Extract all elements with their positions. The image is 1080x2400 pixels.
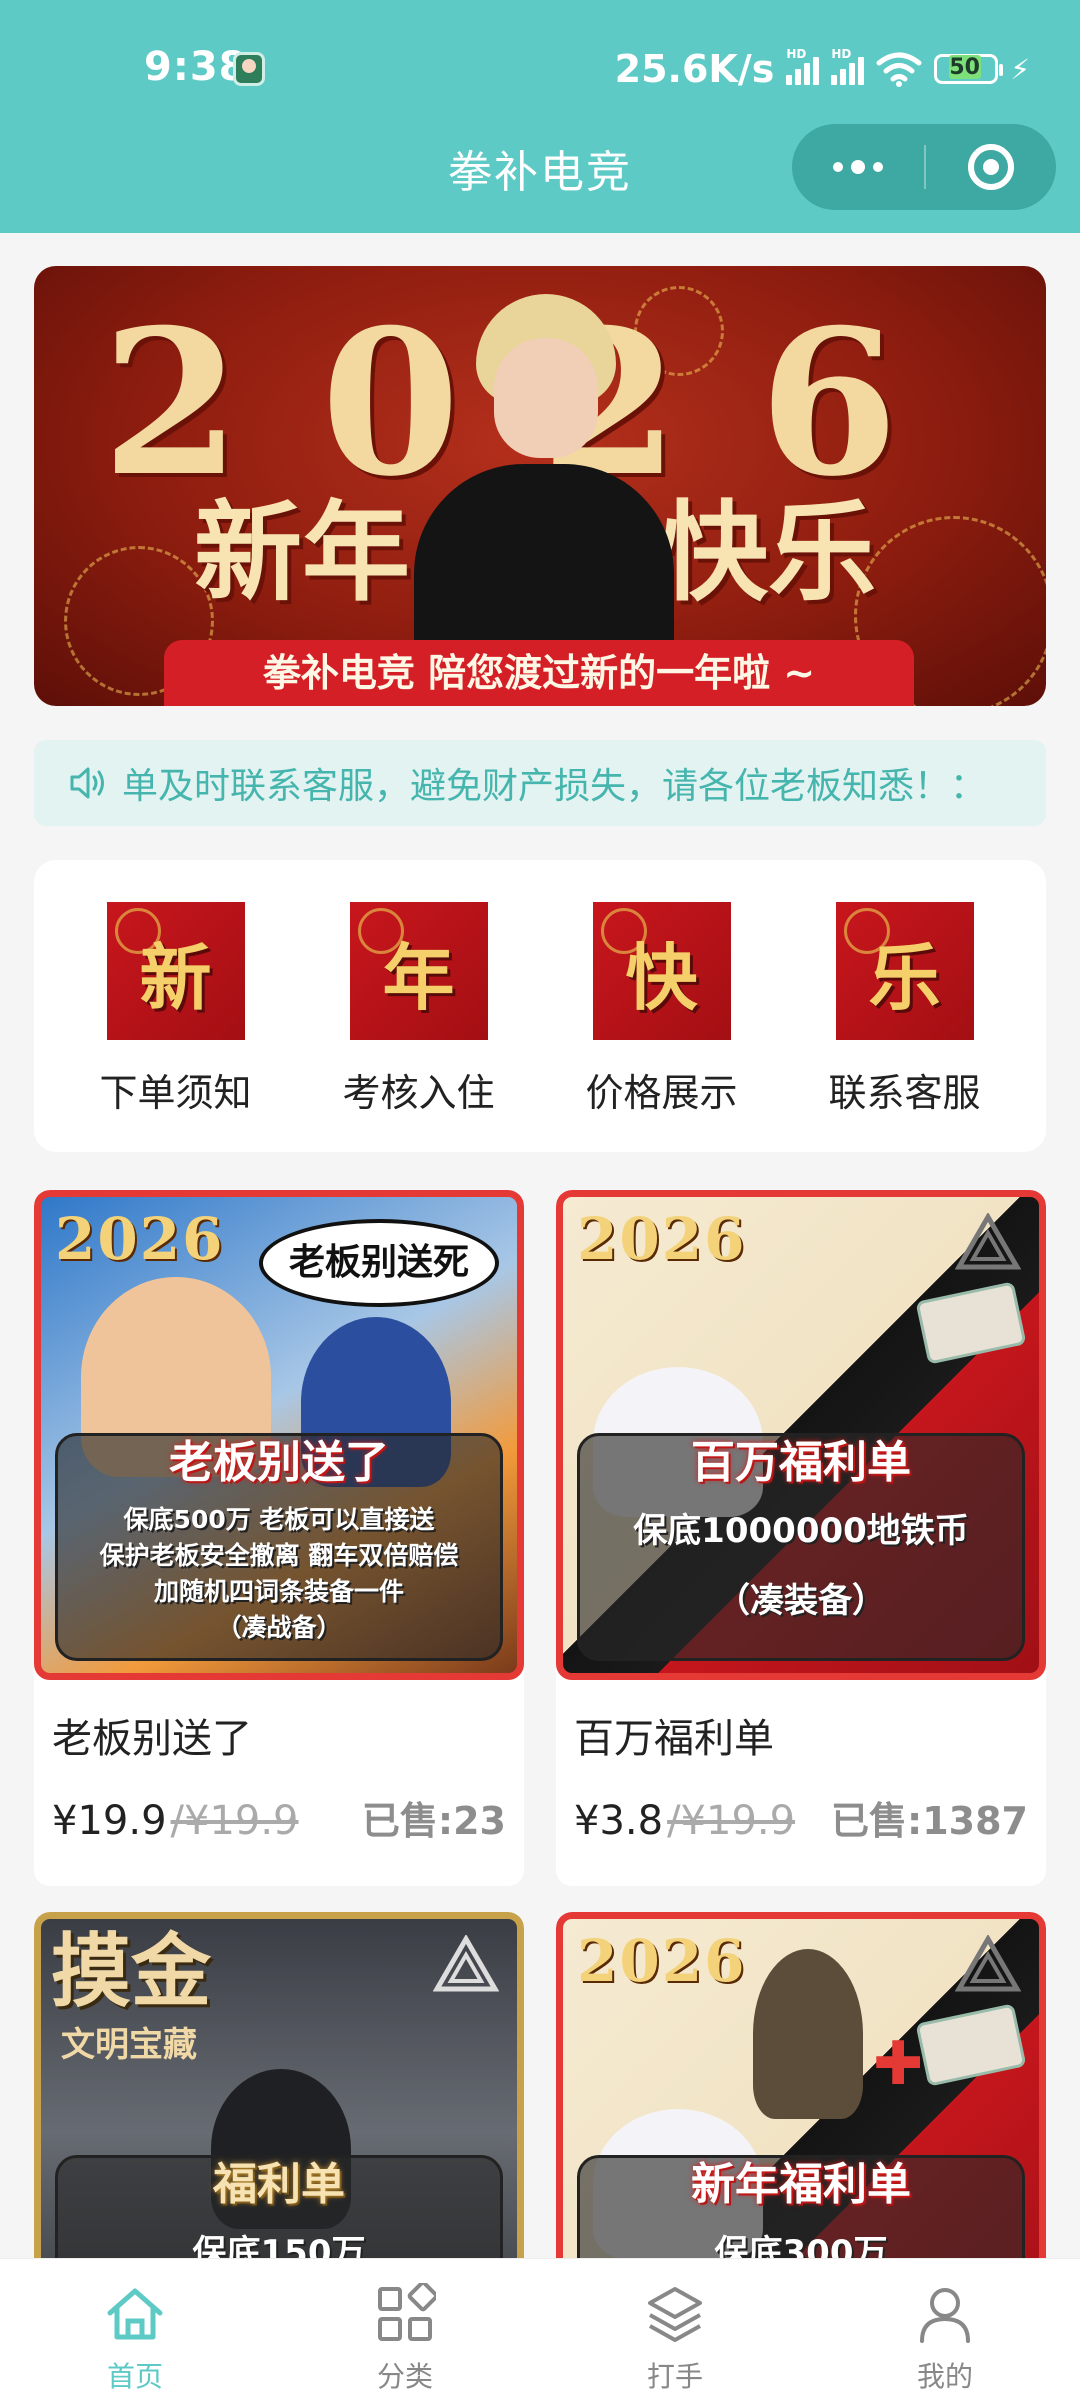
banner-greeting-left: 新年 xyxy=(194,490,411,616)
product-card[interactable]: 2026 老板别送死 老板别送了 保底500万 老板可以直接送 保护老板安全撤离… xyxy=(34,1190,524,1886)
thumb-year: 2026 xyxy=(55,1205,225,1273)
layers-icon xyxy=(648,2287,702,2342)
product-info: 百万福利单 ¥3.8 /¥19.9 已售:1387 xyxy=(556,1680,1046,1886)
new-year-tile-icon: 快 xyxy=(592,902,731,1040)
notification-avatar-icon xyxy=(233,52,265,86)
charging-icon: ⚡ xyxy=(1010,52,1030,86)
product-image: 2026 老板别送死 老板别送了 保底500万 老板可以直接送 保护老板安全撤离… xyxy=(34,1190,524,1680)
sold-count: 已售:1387 xyxy=(831,1799,1028,1843)
battery-level: 50 xyxy=(949,55,980,80)
tab-profile[interactable]: 我的 xyxy=(845,2259,1045,2400)
notice-text: 单及时联系客服，避免财产损失，请各位老板知悉！： xyxy=(122,766,987,807)
tab-players[interactable]: 打手 xyxy=(575,2259,775,2400)
original-price: /¥19.9 xyxy=(170,1798,299,1844)
signal-icon: HD xyxy=(786,47,820,85)
thumb-headline: 摸金 xyxy=(51,1924,211,2018)
menu-item-label: 联系客服 xyxy=(828,1071,981,1115)
thumb-details: 保底1000000地铁币 （凑装备） xyxy=(633,1511,969,1621)
menu-item-assessment[interactable]: 年 考核入住 xyxy=(319,860,519,1152)
speech-bubble: 老板别送死 xyxy=(259,1219,499,1307)
thumb-details: 保底500万 老板可以直接送 保护老板安全撤离 翻车双倍赔偿 加随机四词条装备一… xyxy=(99,1505,459,1642)
thumb-info-panel: 百万福利单 保底1000000地铁币 （凑装备） xyxy=(577,1433,1025,1661)
menu-item-contact-support[interactable]: 乐 联系客服 xyxy=(805,860,1005,1152)
thumb-title: 老板别送了 xyxy=(169,1437,389,1488)
product-price: ¥19.9 xyxy=(52,1798,167,1844)
tab-home[interactable]: 首页 xyxy=(35,2259,235,2400)
game-logo-icon xyxy=(955,1935,1021,1992)
menu-item-label: 下单须知 xyxy=(99,1071,252,1115)
thumb-info-panel: 老板别送了 保底500万 老板可以直接送 保护老板安全撤离 翻车双倍赔偿 加随机… xyxy=(55,1433,503,1661)
gear-loadout-figure xyxy=(753,1949,863,2119)
status-indicators: 25.6K/s HD HD 50 ⚡ xyxy=(615,44,1030,94)
signal-icon: HD xyxy=(831,47,865,85)
tab-category[interactable]: 分类 xyxy=(305,2259,505,2400)
game-logo-icon xyxy=(433,1935,499,1992)
category-icon xyxy=(378,2283,436,2341)
target-icon xyxy=(968,144,1014,190)
price-row: ¥3.8 /¥19.9 已售:1387 xyxy=(574,1790,1028,1845)
original-price: /¥19.9 xyxy=(667,1798,796,1844)
banner-slogan: 拳补电竞 陪您渡过新的一年啦 ~ xyxy=(164,640,914,706)
tab-label: 打手 xyxy=(646,2360,703,2393)
notice-bar[interactable]: 单及时联系客服，避免财产损失，请各位老板知悉！： xyxy=(34,740,1046,826)
home-icon xyxy=(107,2288,163,2340)
product-name: 百万福利单 xyxy=(574,1716,774,1762)
battery-icon: 50 xyxy=(934,54,1004,84)
status-time: 9:38 xyxy=(144,44,248,90)
product-image: 2026 百万福利单 保底1000000地铁币 （凑装备） xyxy=(556,1190,1046,1680)
header: 9:38 25.6K/s HD HD 50 ⚡ 拳补电竞 xyxy=(0,0,1080,233)
thumb-title: 百万福利单 xyxy=(691,1437,911,1488)
menu-item-price-list[interactable]: 快 价格展示 xyxy=(562,860,762,1152)
thumb-title: 新年福利单 xyxy=(691,2159,911,2210)
tab-label: 分类 xyxy=(376,2360,433,2393)
promo-banner[interactable]: 2026 新年 快乐 拳补电竞 陪您渡过新的一年啦 ~ xyxy=(34,266,1046,706)
product-card[interactable]: 2026 百万福利单 保底1000000地铁币 （凑装备） 百万福利单 ¥3.8… xyxy=(556,1190,1046,1886)
user-icon xyxy=(920,2288,970,2343)
new-year-tile-icon: 乐 xyxy=(835,902,974,1040)
thumb-year: 2026 xyxy=(577,1927,747,1995)
product-info: 老板别送了 ¥19.9 /¥19.9 已售:23 xyxy=(34,1680,524,1886)
tab-label: 首页 xyxy=(106,2360,163,2393)
new-year-tile-icon: 年 xyxy=(349,902,488,1040)
banner-greeting-right: 快乐 xyxy=(659,490,876,616)
sold-count: 已售:23 xyxy=(361,1799,506,1843)
product-price: ¥3.8 xyxy=(574,1798,664,1844)
network-speed: 25.6K/s xyxy=(614,47,775,91)
bottom-tab-bar: 首页 分类 打手 我的 xyxy=(0,2258,1080,2400)
close-miniprogram-button[interactable] xyxy=(926,124,1056,210)
product-name: 老板别送了 xyxy=(52,1716,252,1762)
ingot-icon xyxy=(915,2003,1027,2087)
ingot-icon xyxy=(915,1281,1027,1365)
status-bar: 9:38 25.6K/s HD HD 50 ⚡ xyxy=(0,0,1080,140)
thumb-subline: 文明宝藏 xyxy=(61,2025,197,2065)
thumb-title: 福利单 xyxy=(213,2159,345,2210)
tab-label: 我的 xyxy=(916,2360,973,2393)
menu-item-label: 价格展示 xyxy=(585,1071,738,1115)
game-logo-icon xyxy=(955,1213,1021,1270)
price-row: ¥19.9 /¥19.9 已售:23 xyxy=(52,1790,506,1845)
more-menu-button[interactable] xyxy=(792,124,924,210)
menu-item-label: 考核入住 xyxy=(342,1071,495,1115)
thumb-year: 2026 xyxy=(577,1205,747,1273)
quick-menu: 新 下单须知 年 考核入住 快 价格展示 乐 联系客服 xyxy=(34,860,1046,1152)
wifi-icon xyxy=(876,52,922,87)
miniprogram-capsule xyxy=(792,124,1056,210)
plus-icon: ✚ xyxy=(873,2029,924,2099)
menu-item-order-guide[interactable]: 新 下单须知 xyxy=(76,860,276,1152)
speaker-icon xyxy=(70,767,104,799)
new-year-tile-icon: 新 xyxy=(106,902,245,1040)
